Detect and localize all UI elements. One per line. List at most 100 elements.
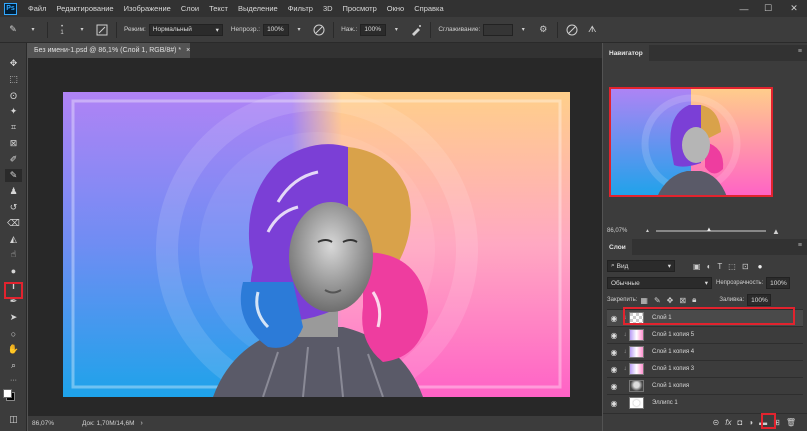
- filter-toggle-icon[interactable]: ●: [758, 262, 763, 271]
- zoom-in-icon[interactable]: ▲: [772, 227, 780, 236]
- bucket-tool-icon[interactable]: ◭: [5, 233, 22, 246]
- lock-transparency-icon[interactable]: ▦: [640, 296, 648, 305]
- lock-artboard-icon[interactable]: ⊠: [679, 296, 686, 305]
- airbrush-icon[interactable]: [409, 23, 423, 37]
- foreground-color-swatch[interactable]: [3, 389, 12, 398]
- quick-mask-icon[interactable]: ◫: [5, 413, 22, 426]
- menu-filter[interactable]: Фильтр: [283, 4, 318, 13]
- layer-name[interactable]: Слой 1 копия 3: [652, 366, 694, 372]
- menu-edit[interactable]: Редактирование: [51, 4, 118, 13]
- layer-style-icon[interactable]: fx: [725, 418, 731, 427]
- adjustment-layer-icon[interactable]: ◑: [748, 418, 753, 427]
- navigator-preview-frame[interactable]: [609, 87, 773, 197]
- blend-mode-select[interactable]: Обычные ▾: [607, 277, 712, 289]
- smoothing-options-icon[interactable]: ⚙: [536, 23, 550, 37]
- filter-pixel-icon[interactable]: ▣: [693, 262, 701, 271]
- frame-tool-icon[interactable]: ⊠: [5, 137, 22, 150]
- layer-name[interactable]: Слой 1 копия 5: [652, 332, 694, 338]
- tab-navigator[interactable]: Навигатор: [603, 45, 649, 61]
- link-layers-icon[interactable]: ⊝: [713, 418, 720, 427]
- opacity-input[interactable]: 100%: [263, 23, 290, 36]
- zoom-level[interactable]: 86,07%: [32, 420, 72, 427]
- menu-3d[interactable]: 3D: [318, 4, 338, 13]
- layer-row[interactable]: ◉ Слой 1 копия: [607, 377, 803, 394]
- menu-image[interactable]: Изображение: [119, 4, 176, 13]
- lock-position-icon[interactable]: ✥: [667, 296, 674, 305]
- close-tab-icon[interactable]: ×: [186, 47, 190, 54]
- visibility-eye-icon[interactable]: ◉: [607, 331, 621, 340]
- panel-menu-icon[interactable]: ≡: [798, 242, 802, 249]
- magic-wand-tool-icon[interactable]: ✦: [5, 105, 22, 118]
- zoom-tool-icon[interactable]: ⌕: [5, 359, 22, 372]
- lock-pixels-icon[interactable]: ✎: [654, 296, 661, 305]
- visibility-eye-icon[interactable]: ◉: [607, 348, 621, 357]
- filter-adjustment-icon[interactable]: ◐: [707, 262, 712, 271]
- chevron-down-icon[interactable]: ▾: [26, 23, 40, 37]
- chevron-right-icon[interactable]: ›: [140, 420, 142, 427]
- fill-input[interactable]: 100%: [747, 294, 772, 306]
- maximize-button[interactable]: ☐: [757, 0, 779, 17]
- menu-file[interactable]: Файл: [23, 4, 51, 13]
- brush-preset-picker[interactable]: • 1: [55, 23, 69, 37]
- chevron-down-icon[interactable]: ▾: [75, 23, 89, 37]
- menu-window[interactable]: Окно: [382, 4, 409, 13]
- layer-opacity-input[interactable]: 100%: [766, 277, 791, 289]
- menu-select[interactable]: Выделение: [233, 4, 283, 13]
- layer-row[interactable]: ◉ ↓ Слой 1 копия 5: [607, 326, 803, 343]
- menu-layers[interactable]: Слои: [176, 4, 204, 13]
- pressure-input[interactable]: 100%: [360, 23, 387, 36]
- hand-tool-icon[interactable]: ✋: [5, 343, 22, 356]
- layer-filter-select[interactable]: ⌕ Вид ▾: [607, 260, 675, 272]
- mode-select[interactable]: Нормальный ▾: [148, 23, 223, 36]
- brush-tool-icon[interactable]: ✎: [6, 23, 20, 37]
- history-brush-tool-icon[interactable]: ↺: [5, 201, 22, 214]
- filter-shape-icon[interactable]: ⬚: [728, 262, 736, 271]
- navigator-zoom-value[interactable]: 86,07%: [607, 228, 637, 234]
- pressure-opacity-icon[interactable]: [312, 23, 326, 37]
- panel-menu-icon[interactable]: ≡: [798, 48, 802, 55]
- menu-type[interactable]: Текст: [204, 4, 233, 13]
- menu-help[interactable]: Справка: [409, 4, 448, 13]
- eyedropper-tool-icon[interactable]: ✐: [5, 153, 22, 166]
- filter-type-icon[interactable]: T: [717, 262, 722, 271]
- delete-layer-icon[interactable]: 🗑︎: [786, 418, 796, 427]
- tab-document[interactable]: Без имени-1.psd @ 86,1% (Слой 1, RGB/8#)…: [28, 43, 190, 58]
- marquee-tool-icon[interactable]: ⬚: [5, 73, 22, 86]
- canvas-area[interactable]: [28, 58, 602, 416]
- chevron-down-icon[interactable]: ▾: [292, 23, 306, 37]
- visibility-eye-icon[interactable]: ◉: [607, 382, 621, 391]
- add-mask-icon[interactable]: ◘: [737, 418, 742, 427]
- visibility-eye-icon[interactable]: ◉: [607, 314, 621, 323]
- dodge-tool-icon[interactable]: ●: [5, 264, 22, 277]
- tab-layers[interactable]: Слои: [603, 239, 632, 255]
- smudge-tool-icon[interactable]: ☝: [5, 248, 22, 261]
- ellipse-tool-icon[interactable]: ○: [5, 327, 22, 340]
- lock-all-icon[interactable]: 🔒︎: [692, 295, 696, 305]
- more-tools-icon[interactable]: ···: [5, 374, 22, 387]
- chevron-down-icon[interactable]: ▾: [516, 23, 530, 37]
- layer-name[interactable]: Слой 1 копия: [652, 383, 689, 389]
- artwork-canvas[interactable]: [63, 92, 570, 397]
- chevron-down-icon[interactable]: ▾: [389, 23, 403, 37]
- visibility-eye-icon[interactable]: ◉: [607, 365, 621, 374]
- pressure-size-icon[interactable]: [565, 23, 579, 37]
- layer-row[interactable]: ◉ ↓ Слой 1 копия 4: [607, 343, 803, 360]
- layer-name[interactable]: Эллипс 1: [652, 400, 678, 406]
- close-button[interactable]: ✕: [783, 0, 805, 17]
- lasso-tool-icon[interactable]: ʘ: [5, 89, 22, 102]
- brush-tool-icon[interactable]: ✎: [5, 169, 22, 182]
- crop-tool-icon[interactable]: ⌗: [5, 121, 22, 134]
- visibility-eye-icon[interactable]: ◉: [607, 399, 621, 408]
- path-selection-tool-icon[interactable]: ➤: [5, 311, 22, 324]
- smoothing-input[interactable]: [483, 23, 514, 36]
- layer-name[interactable]: Слой 1 копия 4: [652, 349, 694, 355]
- brush-settings-icon[interactable]: [95, 23, 109, 37]
- minimize-button[interactable]: —: [733, 0, 755, 17]
- menu-view[interactable]: Просмотр: [338, 4, 382, 13]
- stamp-tool-icon[interactable]: ♟: [5, 185, 22, 198]
- move-tool-icon[interactable]: ✥: [5, 57, 22, 70]
- filter-smart-object-icon[interactable]: ⊡: [742, 262, 749, 271]
- layer-row[interactable]: ◉ ↓ Слой 1 копия 3: [607, 360, 803, 377]
- layer-row[interactable]: ◉ Эллипс 1: [607, 394, 803, 411]
- symmetry-icon[interactable]: ᗑ: [585, 23, 599, 37]
